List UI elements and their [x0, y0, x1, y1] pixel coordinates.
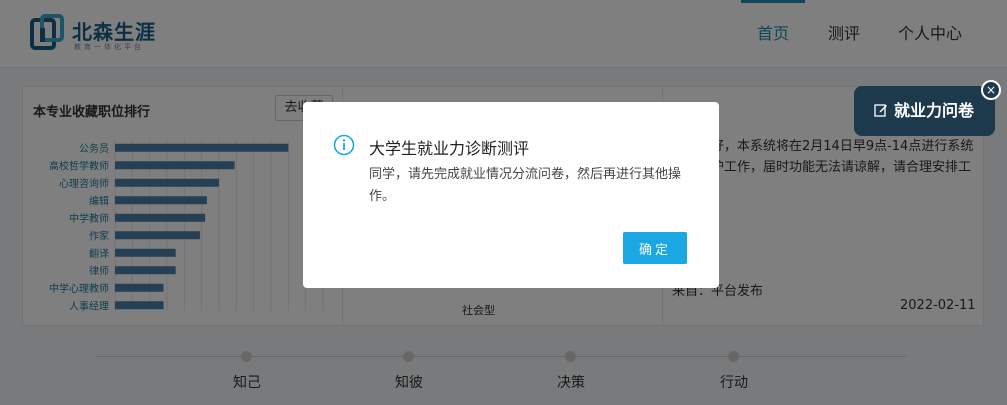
info-icon — [333, 134, 355, 156]
edit-icon — [874, 104, 887, 117]
modal-title: 大学生就业力诊断测评 — [369, 139, 530, 158]
assessment-modal: 大学生就业力诊断测评 同学，请先完成就业情况分流问卷，然后再进行其他操作。 确定 — [303, 102, 719, 288]
survey-button-label: 就业力问卷 — [894, 101, 975, 120]
survey-close-button[interactable]: × — [981, 80, 1001, 100]
modal-body: 同学，请先完成就业情况分流问卷，然后再进行其他操作。 — [369, 167, 682, 204]
confirm-button[interactable]: 确定 — [623, 232, 687, 264]
survey-button[interactable]: 就业力问卷 — [854, 86, 995, 136]
